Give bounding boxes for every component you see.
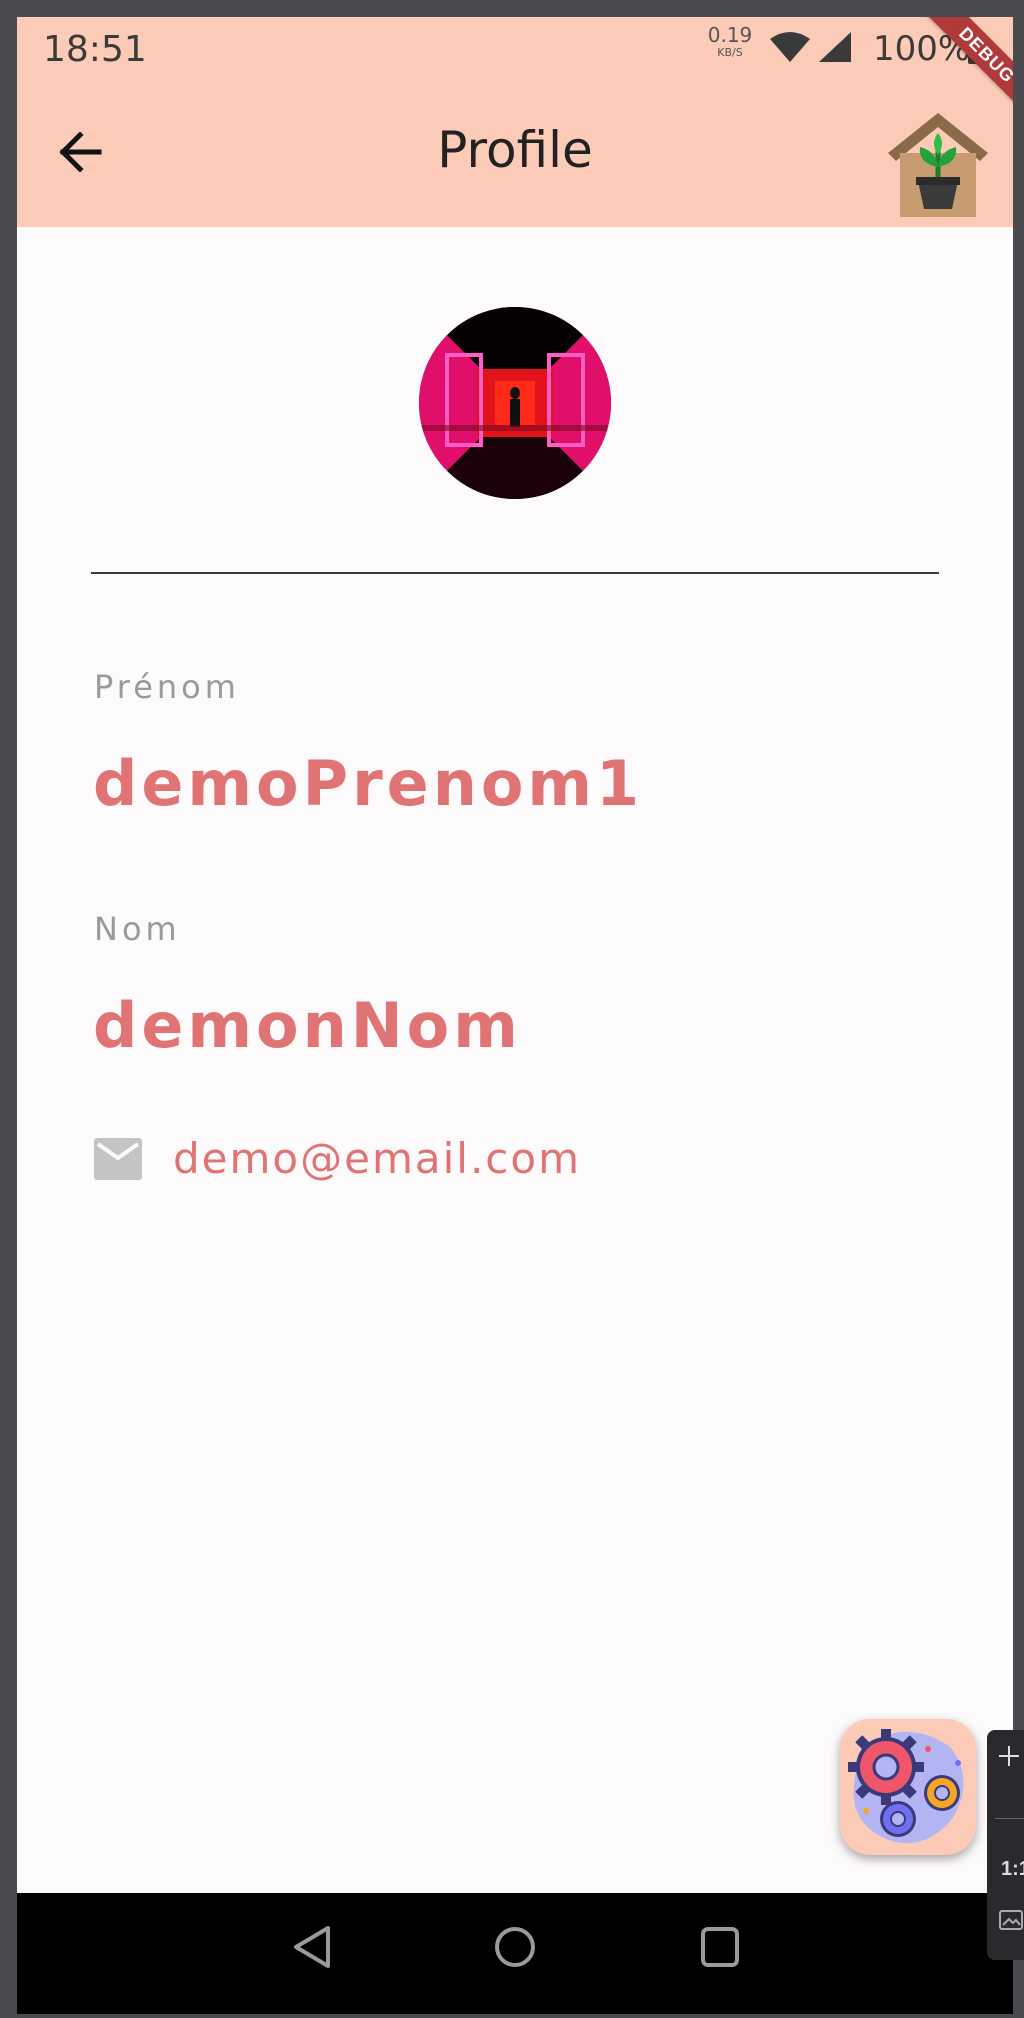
first-name-label: Prénom	[94, 668, 240, 706]
screenshot-icon[interactable]	[999, 1910, 1023, 1935]
status-bar: 18:51 0.19 KB/S 100%	[17, 17, 1013, 77]
mail-icon	[94, 1138, 142, 1185]
circle-home-icon[interactable]	[493, 1925, 537, 1974]
gears-icon	[848, 1729, 964, 1844]
system-nav-bar	[17, 1893, 1013, 2014]
profile-avatar[interactable]	[419, 307, 611, 499]
divider	[91, 572, 939, 574]
network-speed: 0.19 KB/S	[707, 25, 753, 58]
triangle-back-icon[interactable]	[292, 1925, 332, 1974]
toolbar-separator	[995, 1818, 1024, 1819]
page-title: Profile	[437, 121, 593, 179]
last-name-label: Nom	[94, 910, 181, 948]
zoom-ratio-label[interactable]: 1:1	[1001, 1858, 1024, 1881]
wifi-icon	[769, 31, 811, 68]
network-speed-unit: KB/S	[717, 46, 743, 59]
emulator-side-toolbar: 1:1	[987, 1730, 1024, 1960]
zoom-in-icon[interactable]	[997, 1744, 1021, 1773]
app-bar: Profile	[17, 77, 1013, 227]
square-recents-icon[interactable]	[699, 1925, 741, 1974]
network-speed-value: 0.19	[707, 23, 753, 47]
signal-icon	[817, 31, 853, 68]
email-value: demo@email.com	[173, 1134, 581, 1183]
first-name-value: demoPrenom1	[93, 747, 644, 820]
email-row: demo@email.com	[94, 1132, 794, 1188]
neon-corridor-avatar	[419, 307, 611, 499]
house-plant-icon[interactable]	[882, 109, 994, 226]
last-name-value: demonNom	[93, 989, 522, 1062]
settings-fab-button[interactable]	[840, 1719, 976, 1855]
phone-screen: 18:51 0.19 KB/S 100% Profile DEBUG Préno…	[17, 17, 1013, 2014]
status-time: 18:51	[43, 29, 147, 70]
